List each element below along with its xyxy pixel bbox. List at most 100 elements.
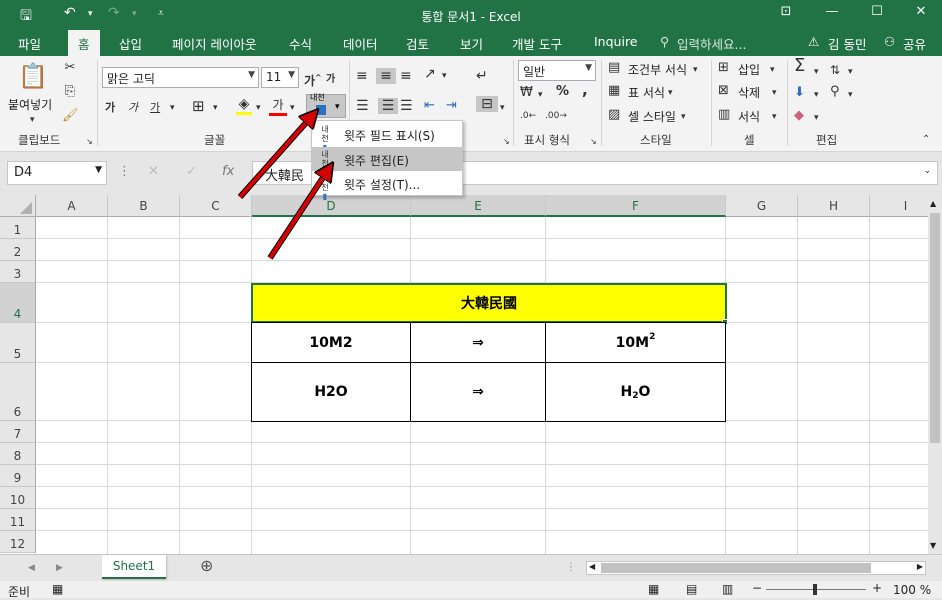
align-bottom-icon[interactable]: ≡ xyxy=(400,68,412,84)
conditional-format-icon[interactable]: ▤ xyxy=(608,60,620,76)
zoom-in-icon[interactable]: + xyxy=(872,581,882,595)
row-header[interactable]: 1 xyxy=(0,217,36,239)
fill-icon[interactable]: ⬇ xyxy=(794,85,805,101)
share-icon[interactable]: ⚇ xyxy=(884,34,895,49)
horizontal-scrollbar[interactable]: ◀ ▶ xyxy=(586,561,926,575)
column-header[interactable]: G xyxy=(726,195,798,217)
name-box[interactable]: D4 ▼ xyxy=(7,161,107,185)
accounting-icon[interactable]: ₩ xyxy=(520,85,533,101)
row-header[interactable]: 9 xyxy=(0,465,36,487)
tab-developer[interactable]: 개발 도구 xyxy=(512,34,562,53)
font-size-combo[interactable]: 11 ▼ xyxy=(261,67,299,88)
insert-cells-icon[interactable]: ⊞ xyxy=(718,60,729,76)
row-header[interactable]: 12 xyxy=(0,531,36,553)
format-table-icon[interactable]: ▦ xyxy=(608,83,620,99)
increase-decimal-icon[interactable]: .0← xyxy=(520,108,536,124)
comma-button[interactable]: , xyxy=(582,82,588,98)
column-header[interactable]: A xyxy=(36,195,108,217)
delete-cells-button[interactable]: 삭제 xyxy=(738,84,760,101)
chevron-down-icon[interactable]: ▾ xyxy=(668,85,673,101)
next-sheet-icon[interactable]: ▶ xyxy=(56,560,63,576)
zoom-out-icon[interactable]: − xyxy=(752,581,762,595)
row-header[interactable]: 10 xyxy=(0,487,36,509)
insert-function-icon[interactable]: fx xyxy=(222,164,234,180)
page-layout-view-icon[interactable]: ▤ xyxy=(686,582,697,596)
number-format-combo[interactable]: 일반 ▼ xyxy=(518,60,596,81)
scroll-down-icon[interactable]: ▼ xyxy=(930,541,936,550)
sort-filter-icon[interactable]: ⇅ xyxy=(830,62,840,78)
cell-styles-button[interactable]: 셀 스타일 xyxy=(628,108,676,125)
zoom-level[interactable]: 100 % xyxy=(893,583,931,597)
find-select-icon[interactable]: ⚲ xyxy=(830,84,840,100)
maximize-button[interactable]: ☐ xyxy=(862,4,892,24)
chevron-down-icon[interactable]: ▾ xyxy=(772,85,777,101)
scroll-right-icon[interactable]: ▶ xyxy=(917,562,923,571)
delete-cells-icon[interactable]: ⊠ xyxy=(718,83,729,99)
row-header[interactable]: 11 xyxy=(0,509,36,531)
row-header[interactable]: 3 xyxy=(0,261,36,283)
user-name[interactable]: 김 동민 xyxy=(828,34,866,53)
chevron-down-icon[interactable]: ▾ xyxy=(814,87,819,103)
font-color-dropdown-icon[interactable]: ▾ xyxy=(290,100,295,116)
chevron-down-icon[interactable]: ▾ xyxy=(848,64,853,80)
conditional-format-button[interactable]: 조건부 서식 xyxy=(628,61,687,78)
share-button[interactable]: 공유 xyxy=(903,34,926,53)
wrap-text-icon[interactable]: ↵ xyxy=(476,68,488,84)
clear-icon[interactable]: ◆ xyxy=(794,108,804,124)
prev-sheet-icon[interactable]: ◀ xyxy=(28,560,35,576)
tell-me-input[interactable]: 입력하세요... xyxy=(677,34,746,53)
orientation-icon[interactable]: ↗ xyxy=(424,66,436,82)
autosum-icon[interactable]: Σ xyxy=(794,57,805,75)
align-top-icon[interactable]: ≡ xyxy=(356,68,368,84)
align-center-icon[interactable]: ☰ xyxy=(378,98,398,114)
borders-icon[interactable]: ⊞ xyxy=(192,98,205,114)
chevron-down-icon[interactable]: ▾ xyxy=(848,87,853,103)
decrease-indent-icon[interactable]: ⇤ xyxy=(424,98,435,114)
column-header[interactable]: C xyxy=(180,195,252,217)
copy-icon[interactable]: ⎘ xyxy=(62,84,78,100)
format-table-button[interactable]: 표 서식 xyxy=(628,84,665,101)
grow-font-icon[interactable]: 가^ xyxy=(304,70,322,89)
row-header[interactable]: 8 xyxy=(0,443,36,465)
decrease-decimal-icon[interactable]: .00→ xyxy=(545,108,567,124)
format-cells-button[interactable]: 서식 xyxy=(738,108,760,125)
chevron-down-icon[interactable]: ▾ xyxy=(770,62,775,78)
increase-indent-icon[interactable]: ⇥ xyxy=(446,98,457,114)
row-header[interactable]: 6 xyxy=(0,363,36,421)
cell-e5[interactable]: ⇒ xyxy=(410,322,546,363)
sheet-tab[interactable]: Sheet1 xyxy=(102,555,166,579)
scroll-up-icon[interactable]: ▲ xyxy=(930,199,936,208)
tab-formulas[interactable]: 수식 xyxy=(289,34,312,53)
paste-dropdown-icon[interactable]: ▾ xyxy=(30,112,35,128)
tab-view[interactable]: 보기 xyxy=(460,34,483,53)
tab-inquire[interactable]: Inquire xyxy=(594,34,638,49)
minimize-button[interactable]: — xyxy=(817,4,847,24)
column-header[interactable]: E xyxy=(411,195,546,217)
collapse-ribbon-icon[interactable]: ⌃ xyxy=(922,132,930,148)
align-middle-icon[interactable]: ≡ xyxy=(376,68,396,84)
bold-button[interactable]: 가 xyxy=(105,100,115,116)
fill-color-dropdown-icon[interactable]: ▾ xyxy=(256,100,261,116)
merge-dropdown-icon[interactable]: ▾ xyxy=(500,100,505,116)
normal-view-icon[interactable]: ▦ xyxy=(648,582,659,596)
number-launcher-icon[interactable]: ↘ xyxy=(590,134,597,150)
cell-f5[interactable]: 10M 2 xyxy=(545,322,726,363)
page-break-view-icon[interactable]: ▥ xyxy=(722,582,733,596)
chevron-down-icon[interactable]: ▾ xyxy=(681,109,686,125)
alignment-launcher-icon[interactable]: ↘ xyxy=(503,134,510,150)
align-left-icon[interactable]: ☰ xyxy=(356,98,369,114)
paste-button[interactable]: 붙여넣기 xyxy=(8,96,52,113)
select-all-corner[interactable] xyxy=(0,195,36,217)
tab-home[interactable]: 홈 xyxy=(68,30,100,56)
column-header[interactable]: H xyxy=(798,195,870,217)
format-painter-icon[interactable]: 🖌 xyxy=(62,108,79,124)
menu-item-phonetic-settings[interactable]: 내천 ▮ 윗주 설정(T)... xyxy=(312,171,462,201)
row-header[interactable]: 2 xyxy=(0,239,36,261)
tab-insert[interactable]: 삽입 xyxy=(119,34,142,53)
cell-d4-merged[interactable]: 大韓民國 xyxy=(251,283,727,323)
underline-dropdown-icon[interactable]: ▾ xyxy=(170,100,175,116)
clipboard-launcher-icon[interactable]: ↘ xyxy=(86,134,93,150)
chevron-down-icon[interactable]: ▾ xyxy=(814,64,819,80)
fill-color-icon[interactable]: ◈ xyxy=(236,96,252,115)
phonetic-guide-button[interactable]: 내천 ▾ xyxy=(306,93,346,118)
